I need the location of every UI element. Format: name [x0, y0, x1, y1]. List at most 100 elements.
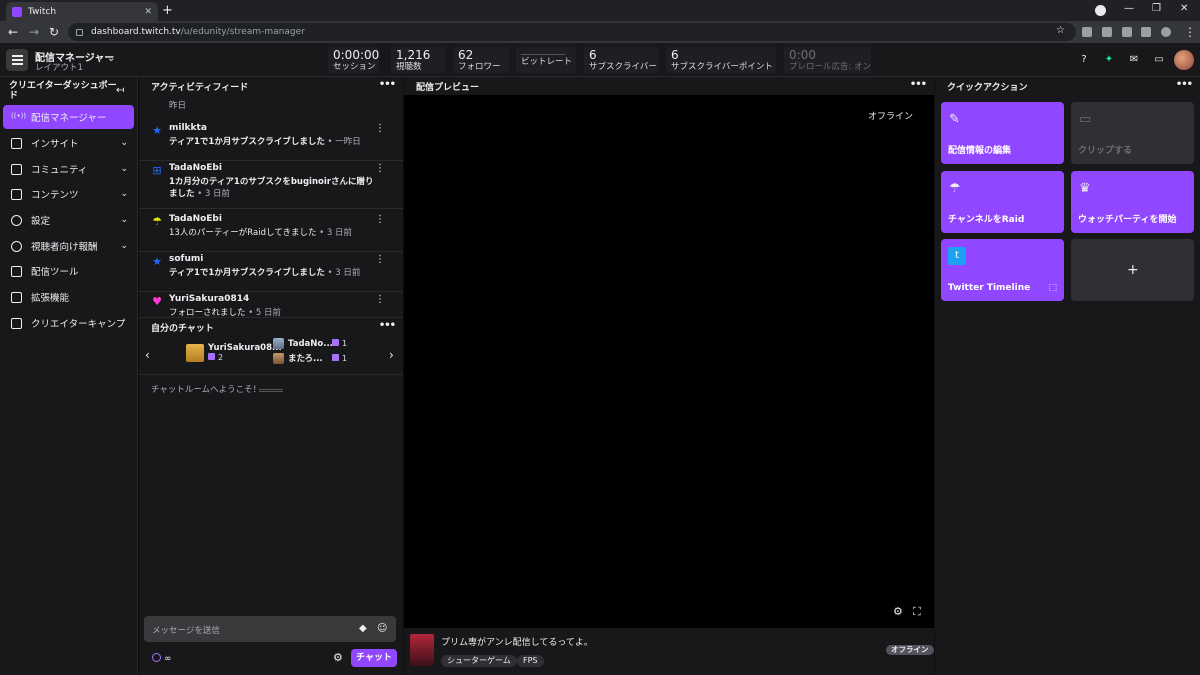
more-options-icon[interactable]: ••• — [910, 79, 927, 90]
gifter-card[interactable]: またろ... 1 — [273, 352, 347, 364]
watch-party-button[interactable]: ♛ ウォッチパーティを開始 — [1071, 171, 1194, 233]
bookmark-star-icon[interactable]: ☆ — [1056, 25, 1065, 36]
activity-feed: アクティビティフィード ••• 昨日 ★ milkkta ティア1で1か月サブス… — [139, 77, 403, 317]
whisper-icon[interactable]: ▭ — [1153, 54, 1165, 66]
feed-user[interactable]: milkkta — [169, 123, 207, 133]
browser-tab[interactable]: Twitch ✕ — [6, 2, 158, 21]
back-icon[interactable]: ← — [8, 25, 18, 39]
list-item[interactable]: ♥ YuriSakura0814 フォローされました • 5 日前 ⋮ — [139, 292, 403, 317]
chat-message-input[interactable]: メッセージを送信 ◆ ☺ — [144, 616, 396, 642]
chevron-down-icon[interactable]: ⌄ — [107, 53, 115, 64]
media-icon[interactable] — [1141, 27, 1151, 37]
feed-time: • 3 日前 — [324, 268, 361, 278]
fullscreen-icon[interactable]: ⛶ — [913, 605, 921, 619]
plus-icon: + — [1127, 262, 1139, 278]
help-icon[interactable]: ? — [1078, 54, 1090, 66]
kebab-icon[interactable]: ⋮ — [375, 294, 385, 305]
sidebar-item-stream-tools[interactable]: 配信ツール — [3, 259, 134, 283]
more-options-icon[interactable]: ••• — [1176, 79, 1193, 90]
feed-user[interactable]: TadaNoEbi — [169, 214, 222, 224]
tag[interactable]: FPS — [517, 655, 544, 667]
sidebar-item-community[interactable]: コミュニティ ⌄ — [3, 157, 134, 181]
browser-profile-icon[interactable] — [1095, 5, 1106, 16]
kebab-icon[interactable]: ⋮ — [375, 163, 385, 174]
stat-views[interactable]: 1,216 視聴数 — [391, 47, 445, 73]
sidebar-item-viewer-rewards[interactable]: 視聴者向け報酬 ⌄ — [3, 234, 134, 258]
pencil-icon: ✎ — [949, 112, 960, 127]
extension-icon[interactable] — [1102, 27, 1112, 37]
inbox-icon[interactable]: ✉ — [1128, 54, 1140, 66]
sidebar-item-content[interactable]: コンテンツ ⌄ — [3, 182, 134, 206]
list-item[interactable]: ★ sofumi ティア1で1か月サブスクライブしました • 3 日前 ⋮ — [139, 252, 403, 292]
gear-icon[interactable]: ⚙ — [333, 651, 343, 664]
settings-gear-icon[interactable]: ⚙ — [893, 605, 903, 618]
stat-session[interactable]: 0:00:00 セッション — [328, 47, 379, 73]
gear-icon — [11, 214, 22, 226]
kebab-icon[interactable]: ⋮ — [375, 214, 385, 225]
more-options-icon[interactable]: ••• — [379, 79, 396, 90]
resize-handle[interactable] — [259, 389, 283, 392]
feed-user[interactable]: TadaNoEbi — [169, 163, 222, 173]
url-input[interactable]: dashboard.twitch.tv /u/edunity/stream-ma… — [68, 23, 1076, 41]
stat-preroll[interactable]: 0:00 プレロール広告: オン — [784, 47, 871, 73]
kebab-icon[interactable]: ⋮ — [375, 123, 385, 134]
stat-label: サブスクライバーポイント — [671, 62, 773, 72]
tag[interactable]: シューターゲーム — [441, 655, 517, 667]
twitter-timeline-button[interactable]: t Twitter Timeline ⬚ — [941, 239, 1064, 301]
sidebar-item-settings[interactable]: 設定 ⌄ — [3, 208, 134, 232]
collapse-icon[interactable]: ↤ — [116, 85, 124, 96]
avatar[interactable] — [1174, 50, 1194, 70]
clip-button[interactable]: ▭ クリップする — [1071, 102, 1194, 164]
window-close-icon[interactable]: ✕ — [1180, 3, 1188, 14]
stat-bitrate[interactable]: ビットレート — [516, 47, 576, 73]
category-boxart[interactable] — [410, 634, 434, 666]
raid-channel-button[interactable]: ☂ チャンネルをRaid — [941, 171, 1064, 233]
new-tab-icon[interactable]: + — [162, 3, 173, 18]
more-options-icon[interactable]: ••• — [379, 320, 396, 331]
menu-kebab-icon[interactable]: ⋮ — [1184, 25, 1196, 39]
minimize-icon[interactable]: — — [1124, 3, 1134, 14]
stat-sub-points[interactable]: 6 サブスクライバーポイント — [666, 47, 776, 73]
gifter-card[interactable]: YuriSakura08... 2 — [186, 343, 282, 362]
sidebar-item-label: コミュニティ — [31, 165, 88, 176]
feed-user[interactable]: sofumi — [169, 254, 203, 264]
extension-qr-icon[interactable] — [1082, 27, 1092, 37]
reload-icon[interactable]: ↻ — [49, 25, 59, 39]
gifter-name: TadaNo... — [288, 338, 333, 349]
account-icon[interactable] — [1161, 27, 1171, 37]
sidebar-item-stream-manager[interactable]: ((•)) 配信マネージャー — [3, 105, 134, 129]
bits-icon[interactable]: ◆ — [359, 623, 367, 634]
layout-subtitle[interactable]: レイアウト1 — [35, 61, 83, 73]
edit-stream-info-button[interactable]: ✎ 配信情報の編集 — [941, 102, 1064, 164]
list-item[interactable]: ★ milkkta ティア1で1か月サブスクライブしました • 一昨日 ⋮ — [139, 121, 403, 161]
panel-title: 自分のチャット — [151, 323, 214, 334]
chevron-right-icon[interactable]: › — [389, 348, 394, 362]
chat-send-button[interactable]: チャット — [351, 649, 397, 667]
kebab-icon[interactable]: ⋮ — [375, 254, 385, 265]
sidebar-item-label: 視聴者向け報酬 — [31, 242, 98, 253]
hamburger-icon[interactable] — [6, 49, 28, 71]
emote-icon[interactable]: ☺ — [377, 623, 387, 634]
stat-followers[interactable]: 62 フォロワー — [453, 47, 509, 73]
status-badge: オフライン — [886, 645, 934, 655]
community-icon — [11, 163, 22, 175]
dashboard-topbar: 配信マネージャー レイアウト1 ⌄ 0:00:00 セッション 1,216 視聴… — [0, 43, 1200, 77]
feed-user[interactable]: YuriSakura0814 — [169, 294, 249, 304]
tab-close-icon[interactable]: ✕ — [144, 7, 152, 17]
chevron-left-icon[interactable]: ‹ — [145, 348, 150, 362]
stat-label: プレロール広告: オン — [789, 62, 872, 72]
restore-icon[interactable]: ❐ — [1152, 3, 1161, 14]
list-item[interactable]: ☂ TadaNoEbi 13人のパーティーがRaidしてきました • 3 日前 … — [139, 212, 403, 252]
stat-subscribers[interactable]: 6 サブスクライバー — [584, 47, 658, 73]
add-quick-action-button[interactable]: + — [1071, 239, 1194, 301]
gifter-card[interactable]: TadaNo... 1 — [273, 338, 347, 349]
forward-icon[interactable]: → — [29, 25, 39, 39]
list-item[interactable]: ⊞ TadaNoEbi 1カ月分のティア1のサブスクをbuginoirさんに贈り… — [139, 161, 403, 209]
channel-points[interactable]: ∞ — [152, 653, 172, 664]
puzzle-icon[interactable] — [1122, 27, 1132, 37]
sidebar-item-extensions[interactable]: 拡張機能 — [3, 285, 134, 309]
sparkle-icon[interactable]: ✦ — [1103, 54, 1115, 66]
sidebar-item-creator-camp[interactable]: クリエイターキャンプ — [3, 311, 134, 335]
url-path: /u/edunity/stream-manager — [180, 27, 305, 37]
sidebar-item-insights[interactable]: インサイト ⌄ — [3, 131, 134, 155]
